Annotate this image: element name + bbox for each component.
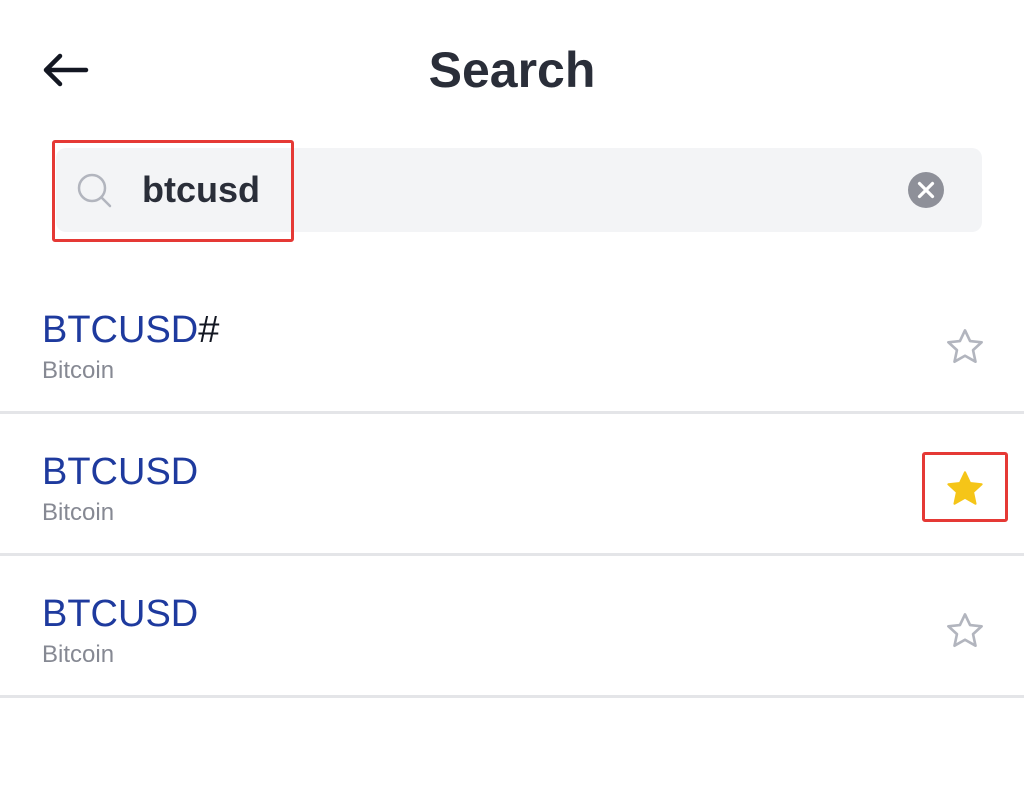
symbol-name: BTCUSD# — [42, 309, 220, 351]
list-item[interactable]: BTCUSD Bitcoin — [0, 414, 1024, 556]
star-outline-icon[interactable] — [944, 610, 986, 652]
clear-search-button[interactable] — [906, 170, 946, 210]
star-outline-icon[interactable] — [944, 326, 986, 368]
search-input[interactable] — [142, 160, 882, 220]
symbol-description: Bitcoin — [42, 641, 115, 668]
page-title: Search — [428, 42, 596, 98]
arrow-left-icon — [43, 53, 89, 87]
search-bar[interactable] — [56, 148, 982, 232]
symbol-name: BTCUSD — [42, 451, 199, 493]
star-filled-icon[interactable] — [944, 468, 986, 510]
search-icon — [77, 173, 112, 208]
symbol-description: Bitcoin — [42, 357, 115, 384]
symbol-description: Bitcoin — [42, 499, 115, 526]
symbol-name: BTCUSD — [42, 593, 199, 635]
back-button[interactable] — [30, 40, 100, 100]
list-item[interactable]: BTCUSD Bitcoin — [0, 556, 1024, 698]
results-list: BTCUSD# Bitcoin BTCUSD Bitcoin BTCUSD Bi… — [0, 272, 1024, 698]
header: Search — [0, 0, 1024, 140]
list-item[interactable]: BTCUSD# Bitcoin — [0, 272, 1024, 414]
